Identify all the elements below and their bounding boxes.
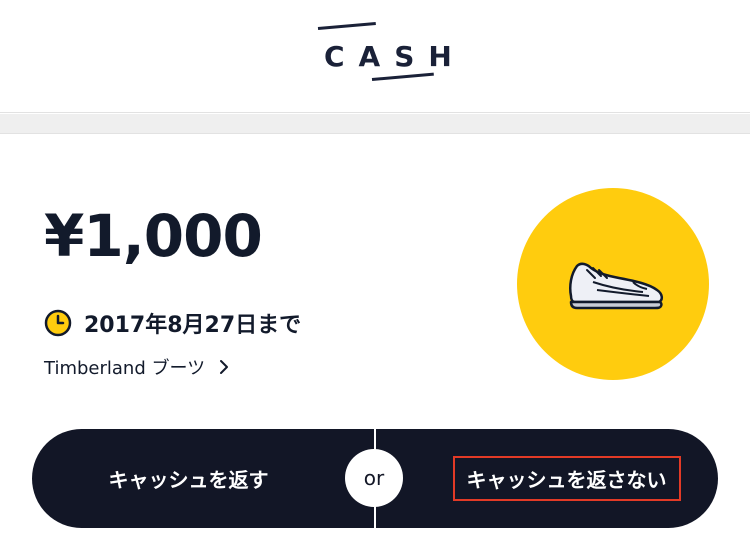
sneaker-icon: [563, 256, 667, 312]
or-separator: or: [345, 449, 403, 507]
keep-cash-label: キャッシュを返さない: [452, 456, 681, 501]
deadline-text: 2017年8月27日まで: [84, 313, 302, 338]
cash-amount: ¥1,000: [44, 202, 263, 270]
keep-cash-button[interactable]: キャッシュを返さない: [375, 429, 718, 528]
logo-text: CASH: [324, 40, 466, 73]
logo-stroke-bottom: [371, 72, 434, 81]
item-image: [517, 188, 709, 380]
deadline-row: 2017年8月27日まで: [44, 306, 301, 340]
chevron-right-icon: [217, 358, 231, 376]
product-link[interactable]: Timberland ブーツ: [44, 352, 231, 382]
return-cash-label: キャッシュを返す: [108, 468, 269, 492]
cash-logo: CASH: [314, 20, 452, 88]
logo-stroke-top: [317, 21, 376, 30]
clock-icon: [44, 309, 72, 337]
or-text: or: [363, 466, 385, 490]
cash-action-bar: キャッシュを返す キャッシュを返さない or: [32, 429, 718, 528]
section-divider: [0, 114, 750, 134]
app-header: CASH: [0, 0, 750, 113]
product-label: Timberland ブーツ: [44, 358, 206, 379]
return-cash-button[interactable]: キャッシュを返す: [32, 429, 375, 528]
